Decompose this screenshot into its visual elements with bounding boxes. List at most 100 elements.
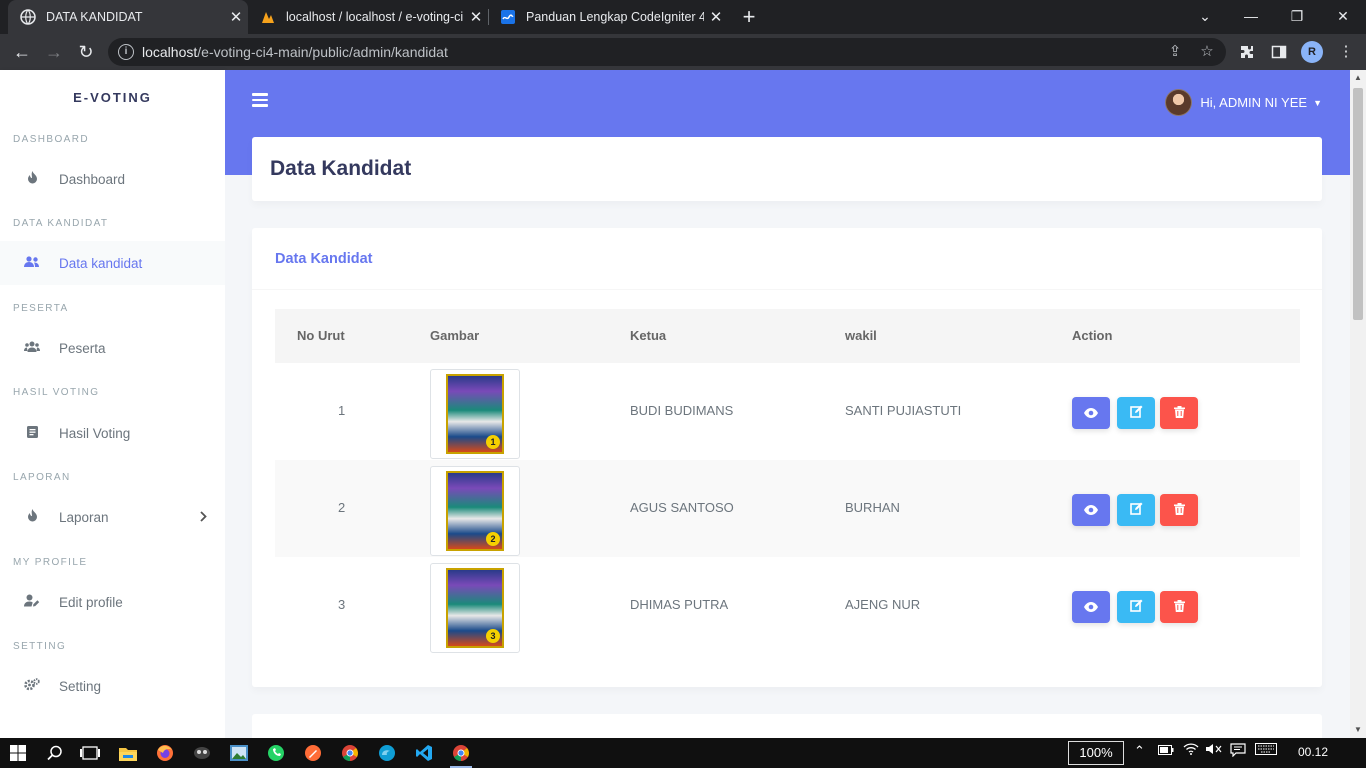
sidebar-item-label: Edit profile <box>59 594 123 610</box>
view-button[interactable] <box>1072 494 1110 526</box>
edit-button[interactable] <box>1117 591 1155 623</box>
sidebar-item-laporan[interactable]: Laporan <box>0 495 225 539</box>
extensions-icon[interactable] <box>1233 38 1261 66</box>
secondary-card <box>252 714 1322 738</box>
edit-button[interactable] <box>1117 397 1155 429</box>
file-explorer-icon[interactable] <box>115 741 141 765</box>
taskbar-clock[interactable]: 00.12 <box>1298 745 1328 759</box>
table-header: No Urut Gambar Ketua wakil Action <box>275 309 1300 363</box>
sidebar-item-setting[interactable]: Setting <box>0 664 225 708</box>
wifi-icon[interactable] <box>1183 743 1199 758</box>
reload-button[interactable]: ↻ <box>72 38 100 66</box>
tab-search-icon[interactable]: ⌄ <box>1182 0 1228 34</box>
delete-button[interactable] <box>1160 591 1198 623</box>
card-header: Data Kandidat <box>252 228 1322 290</box>
browser-tab-strip: DATA KANDIDAT ✕ localhost / localhost / … <box>0 0 1366 34</box>
cell-no-urut: 3 <box>338 597 346 612</box>
chevron-up-icon[interactable]: ⌃ <box>1134 743 1145 759</box>
vscode-icon[interactable] <box>411 741 437 765</box>
close-window-button[interactable]: ✕ <box>1320 0 1366 34</box>
new-tab-button[interactable]: + <box>737 4 761 30</box>
keyboard-icon[interactable] <box>1255 743 1277 758</box>
delete-button[interactable] <box>1160 397 1198 429</box>
view-button[interactable] <box>1072 397 1110 429</box>
column-header-wakil: wakil <box>845 328 877 343</box>
fire-icon <box>22 509 42 525</box>
windows-start-icon[interactable] <box>5 741 31 765</box>
back-button[interactable]: ← <box>8 38 36 66</box>
sidebar-item-label: Laporan <box>59 509 109 525</box>
sidebar-item-data-kandidat[interactable]: Data kandidat <box>0 241 225 285</box>
sidebar-item-label: Dashboard <box>59 171 126 187</box>
cell-no-urut: 1 <box>338 403 346 418</box>
phpmyadmin-icon <box>260 9 276 25</box>
battery-icon[interactable] <box>1158 743 1174 758</box>
chrome-active-icon[interactable] <box>448 741 474 768</box>
forward-button[interactable]: → <box>40 38 68 66</box>
trash-icon <box>1173 405 1185 421</box>
sidebar-item-label: Setting <box>59 678 102 694</box>
delete-button[interactable] <box>1160 494 1198 526</box>
tab-codeigniter-guide[interactable]: Panduan Lengkap CodeIgniter 4 ✕ <box>488 0 728 34</box>
chevron-right-icon <box>200 510 207 525</box>
info-icon[interactable]: i <box>118 44 134 60</box>
section-header: Data Kandidat <box>252 137 1322 201</box>
close-tab-icon[interactable]: ✕ <box>224 8 248 26</box>
zoom-indicator[interactable]: 100% <box>1068 741 1124 765</box>
sidebar-item-dashboard[interactable]: Dashboard <box>0 157 225 201</box>
task-view-icon[interactable] <box>77 741 103 765</box>
scroll-down-arrow[interactable]: ▼ <box>1350 722 1366 738</box>
view-button[interactable] <box>1072 591 1110 623</box>
candidate-image[interactable]: 1 <box>430 369 520 459</box>
table-row: 2 2 AGUS SANTOSO BURHAN <box>275 460 1300 557</box>
scroll-up-arrow[interactable]: ▲ <box>1350 70 1366 86</box>
firefox-icon[interactable] <box>152 741 178 765</box>
url-host: localhost <box>142 44 198 60</box>
user-edit-icon <box>22 594 42 610</box>
cogs-icon <box>22 678 42 694</box>
tab-data-kandidat[interactable]: DATA KANDIDAT ✕ <box>8 0 248 34</box>
close-tab-icon[interactable]: ✕ <box>704 8 728 26</box>
profile-avatar[interactable]: R <box>1301 41 1323 63</box>
whatsapp-icon[interactable] <box>263 741 289 765</box>
edit-button[interactable] <box>1117 494 1155 526</box>
scrollbar-thumb[interactable] <box>1353 88 1363 320</box>
sidebar-item-peserta[interactable]: Peserta <box>0 326 225 370</box>
minimize-button[interactable]: — <box>1228 0 1274 34</box>
column-header-no-urut: No Urut <box>297 328 345 343</box>
sidebar-item-label: Hasil Voting <box>59 425 131 441</box>
tab-phpmyadmin[interactable]: localhost / localhost / e-voting-ci ✕ <box>248 0 488 34</box>
user-dropdown[interactable]: Hi, ADMIN NI YEE ▼ <box>1165 89 1322 116</box>
eye-icon <box>1084 600 1098 615</box>
candidate-image[interactable]: 2 <box>430 466 520 556</box>
card-title: Data Kandidat <box>275 251 373 267</box>
candidate-image[interactable]: 3 <box>430 563 520 653</box>
caret-down-icon: ▼ <box>1313 97 1322 108</box>
bookmark-star-icon[interactable]: ☆ <box>1198 43 1216 61</box>
chrome-icon[interactable] <box>337 741 363 765</box>
table-row: 1 1 BUDI BUDIMANS SANTI PUJIASTUTI <box>275 363 1300 460</box>
edge-icon[interactable] <box>374 741 400 765</box>
postman-icon[interactable] <box>300 741 326 765</box>
menu-header-my-profile: MY PROFILE <box>13 557 88 568</box>
cell-ketua: BUDI BUDIMANS <box>630 403 734 418</box>
close-tab-icon[interactable]: ✕ <box>464 8 488 26</box>
menu-header-dashboard: DASHBOARD <box>13 134 89 145</box>
address-bar[interactable]: i localhost/e-voting-ci4-main/public/adm… <box>108 38 1226 66</box>
game-app-icon[interactable] <box>189 741 215 765</box>
restore-button[interactable]: ❐ <box>1274 0 1320 34</box>
tab-title: Panduan Lengkap CodeIgniter 4 <box>526 10 704 24</box>
page-scrollbar[interactable]: ▲ ▼ <box>1350 70 1366 738</box>
sidebar-item-edit-profile[interactable]: Edit profile <box>0 580 225 624</box>
search-icon[interactable] <box>42 741 68 765</box>
tab-title: localhost / localhost / e-voting-ci <box>286 10 464 24</box>
share-icon[interactable]: ⇪ <box>1166 43 1184 61</box>
volume-muted-icon[interactable] <box>1206 743 1222 758</box>
side-panel-icon[interactable] <box>1265 38 1293 66</box>
sidebar-brand[interactable]: E-VOTING <box>0 90 225 105</box>
sidebar-item-hasil-voting[interactable]: Hasil Voting <box>0 411 225 455</box>
notifications-icon[interactable] <box>1230 743 1246 760</box>
hamburger-menu-icon[interactable] <box>252 93 268 107</box>
menu-kebab-icon[interactable]: ⋮ <box>1332 38 1360 66</box>
photos-icon[interactable] <box>226 741 252 765</box>
